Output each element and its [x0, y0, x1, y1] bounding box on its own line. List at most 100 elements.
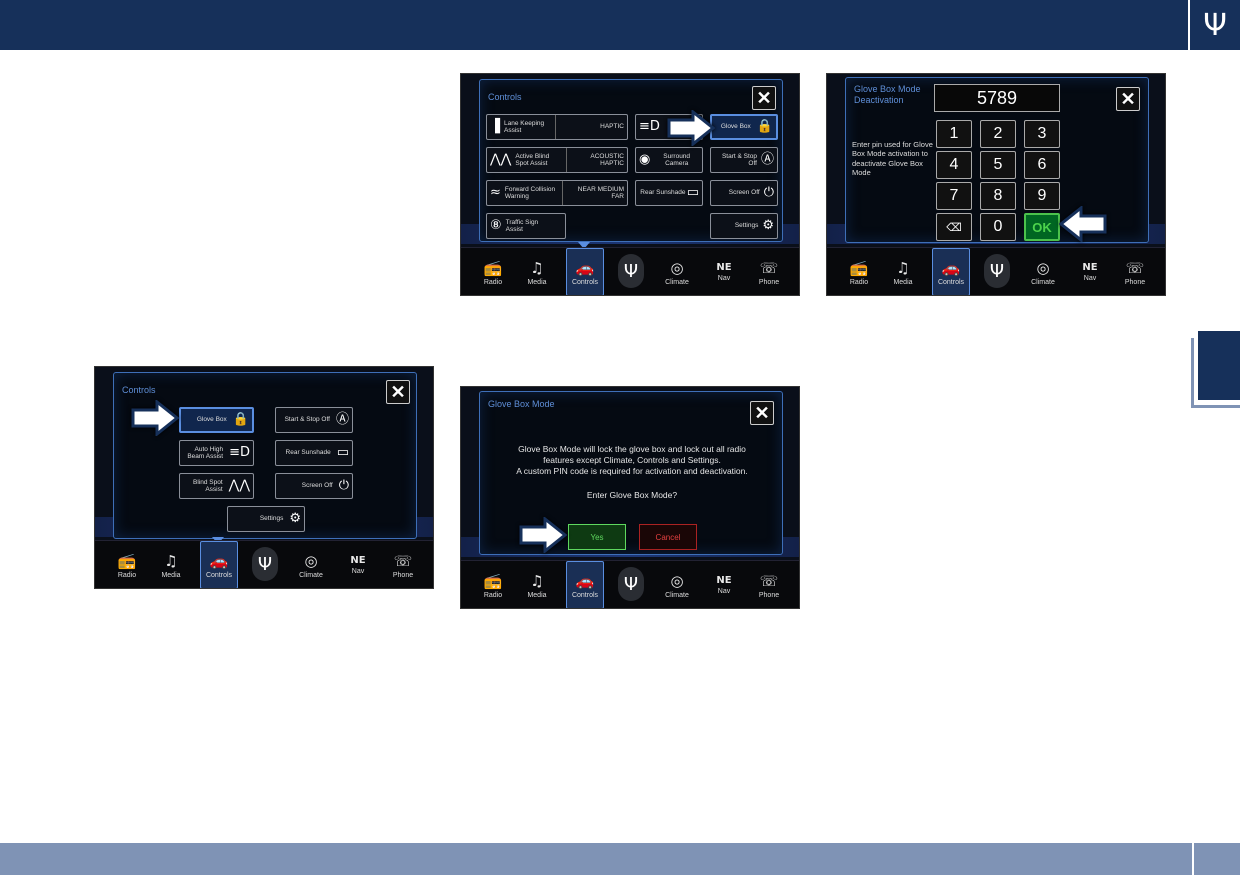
- chapter-tab: [1198, 331, 1240, 400]
- rear-sunshade-button[interactable]: Rear Sunshade ▭: [275, 440, 353, 466]
- radio-icon: 📻: [483, 571, 503, 590]
- nav-bar: 📻 Radio ♫ Media 🚗 Controls Ψ ◎ Climate NE Nav…: [827, 247, 1165, 295]
- glove-box-confirm-screen: Glove Box Mode ✕ Glove Box Mode will loc…: [460, 386, 800, 609]
- lock-icon: 🔒: [232, 411, 249, 427]
- key-5[interactable]: 5: [980, 151, 1016, 179]
- nav-media[interactable]: ♫ Media: [519, 248, 555, 295]
- start-stop-button[interactable]: Start & Stop Off Ⓐ: [275, 407, 353, 433]
- nav-nav[interactable]: NE Nav: [1072, 248, 1108, 295]
- screen-off-icon: ⏻: [763, 184, 774, 200]
- settings-button[interactable]: Settings ⚙: [227, 506, 305, 532]
- nav-controls[interactable]: 🚗 Controls: [932, 248, 970, 295]
- trident-icon[interactable]: Ψ: [984, 254, 1010, 288]
- ok-button[interactable]: OK: [1024, 213, 1060, 241]
- close-button[interactable]: ✕: [1116, 87, 1140, 111]
- screen-off-button[interactable]: Screen Off ⏻: [710, 180, 778, 206]
- pointer-arrow-icon: [519, 517, 567, 553]
- controls-screen-1: Controls ✕ Glove Box 🔒 Start & Stop Off …: [94, 366, 434, 589]
- climate-icon: ◎: [304, 551, 318, 570]
- nav-bar: 📻 Radio ♫ Media 🚗 Controls Ψ ◎ Climate NE Nav…: [95, 540, 433, 588]
- nav-media[interactable]: ♫ Media: [153, 541, 189, 588]
- nav-phone[interactable]: ☏ Phone: [751, 248, 787, 295]
- trident-icon[interactable]: Ψ: [618, 254, 644, 288]
- active-blind-spot-button[interactable]: ⋀⋀ Active Blind Spot Assist ACOUSTIC HAP…: [486, 147, 628, 173]
- forward-collision-button[interactable]: ≈ Forward Collision Warning NEAR MEDIUM …: [486, 180, 628, 206]
- pointer-arrow-icon: [667, 110, 715, 146]
- high-beam-button[interactable]: Auto High Beam Assist ≡D: [179, 440, 254, 466]
- nav-radio[interactable]: 📻 Radio: [109, 541, 145, 588]
- traffic-sign-button[interactable]: ⑧ Traffic Sign Assist: [486, 213, 566, 239]
- radio-icon: 📻: [483, 258, 503, 277]
- button-label: Blind Spot Assist: [193, 478, 223, 493]
- surround-camera-button[interactable]: ◉ Surround Camera: [635, 147, 703, 173]
- media-icon: ♫: [530, 258, 544, 277]
- button-label: Glove Box: [196, 416, 227, 424]
- pointer-arrow-icon: [131, 400, 179, 436]
- question: Enter Glove Box Mode?: [586, 490, 678, 500]
- nav-media[interactable]: ♫ Media: [519, 561, 555, 608]
- nav-bar: 📻 Radio ♫ Media 🚗 Controls Ψ ◎ Climate NE Nav…: [461, 560, 799, 608]
- glove-box-button[interactable]: Glove Box 🔒: [179, 407, 254, 433]
- key-2[interactable]: 2: [980, 120, 1016, 148]
- nav-nav[interactable]: NE Nav: [706, 561, 742, 608]
- key-8[interactable]: 8: [980, 182, 1016, 210]
- rear-sunshade-button[interactable]: Rear Sunshade ▭: [635, 180, 703, 206]
- nav-media[interactable]: ♫ Media: [885, 248, 921, 295]
- trident-icon[interactable]: Ψ: [252, 547, 278, 581]
- cancel-button[interactable]: Cancel: [639, 524, 697, 550]
- message-line-1: Glove Box Mode will lock the glove box a…: [518, 444, 746, 454]
- settings-gear-icon: ⚙: [762, 217, 774, 233]
- nav-climate[interactable]: ◎ Climate: [1025, 248, 1061, 295]
- key-7[interactable]: 7: [936, 182, 972, 210]
- nav-phone[interactable]: ☏ Phone: [751, 561, 787, 608]
- nav-climate[interactable]: ◎ Climate: [659, 248, 695, 295]
- nav-controls[interactable]: 🚗 Controls: [566, 248, 604, 295]
- backspace-key[interactable]: ⌫: [936, 213, 972, 241]
- nav-phone[interactable]: ☏ Phone: [1117, 248, 1153, 295]
- panel-title: Controls: [122, 385, 156, 395]
- key-0[interactable]: 0: [980, 213, 1016, 241]
- screen-off-button[interactable]: Screen Off ⏻: [275, 473, 353, 499]
- close-button[interactable]: ✕: [752, 86, 776, 110]
- key-6[interactable]: 6: [1024, 151, 1060, 179]
- controls-car-icon: 🚗: [575, 571, 595, 590]
- close-button[interactable]: ✕: [386, 380, 410, 404]
- pin-display[interactable]: 5789: [934, 84, 1060, 112]
- phone-icon: ☏: [759, 258, 779, 277]
- settings-button[interactable]: Settings ⚙: [710, 213, 778, 239]
- yes-button[interactable]: Yes: [568, 524, 626, 550]
- message-line-3: A custom PIN code is required for activa…: [516, 466, 748, 476]
- nav-radio[interactable]: 📻 Radio: [475, 248, 511, 295]
- sunshade-icon: ▭: [336, 444, 349, 460]
- nav-controls[interactable]: 🚗 Controls: [200, 541, 238, 588]
- media-icon: ♫: [164, 551, 178, 570]
- nav-climate[interactable]: ◎ Climate: [293, 541, 329, 588]
- glove-box-button[interactable]: Glove Box 🔒: [710, 114, 778, 140]
- blind-spot-button[interactable]: Blind Spot Assist ⋀⋀: [179, 473, 254, 499]
- collision-icon: ≈: [490, 184, 501, 200]
- start-stop-button[interactable]: Start & Stop Off Ⓐ: [710, 147, 778, 173]
- nav-nav[interactable]: NE Nav: [340, 541, 376, 588]
- close-button[interactable]: ✕: [750, 401, 774, 425]
- key-4[interactable]: 4: [936, 151, 972, 179]
- controls-panel: Controls ✕ ▐ Lane Keeping Assist HAPTIC …: [479, 79, 783, 242]
- sunshade-icon: ▭: [686, 184, 699, 200]
- climate-icon: ◎: [670, 258, 684, 277]
- phone-icon: ☏: [1125, 258, 1145, 277]
- radio-icon: 📻: [117, 551, 137, 570]
- trident-icon[interactable]: Ψ: [618, 567, 644, 601]
- media-icon: ♫: [530, 571, 544, 590]
- nav-phone[interactable]: ☏ Phone: [385, 541, 421, 588]
- nav-controls[interactable]: 🚗 Controls: [566, 561, 604, 608]
- nav-climate[interactable]: ◎ Climate: [659, 561, 695, 608]
- nav-compass-icon: NE: [1082, 262, 1098, 273]
- key-1[interactable]: 1: [936, 120, 972, 148]
- key-9[interactable]: 9: [1024, 182, 1060, 210]
- nav-radio[interactable]: 📻 Radio: [475, 561, 511, 608]
- lane-keeping-button[interactable]: ▐ Lane Keeping Assist HAPTIC: [486, 114, 628, 140]
- nav-nav[interactable]: NE Nav: [706, 248, 742, 295]
- controls-car-icon: 🚗: [941, 258, 961, 277]
- camera-icon: ◉: [639, 151, 651, 167]
- key-3[interactable]: 3: [1024, 120, 1060, 148]
- nav-radio[interactable]: 📻 Radio: [841, 248, 877, 295]
